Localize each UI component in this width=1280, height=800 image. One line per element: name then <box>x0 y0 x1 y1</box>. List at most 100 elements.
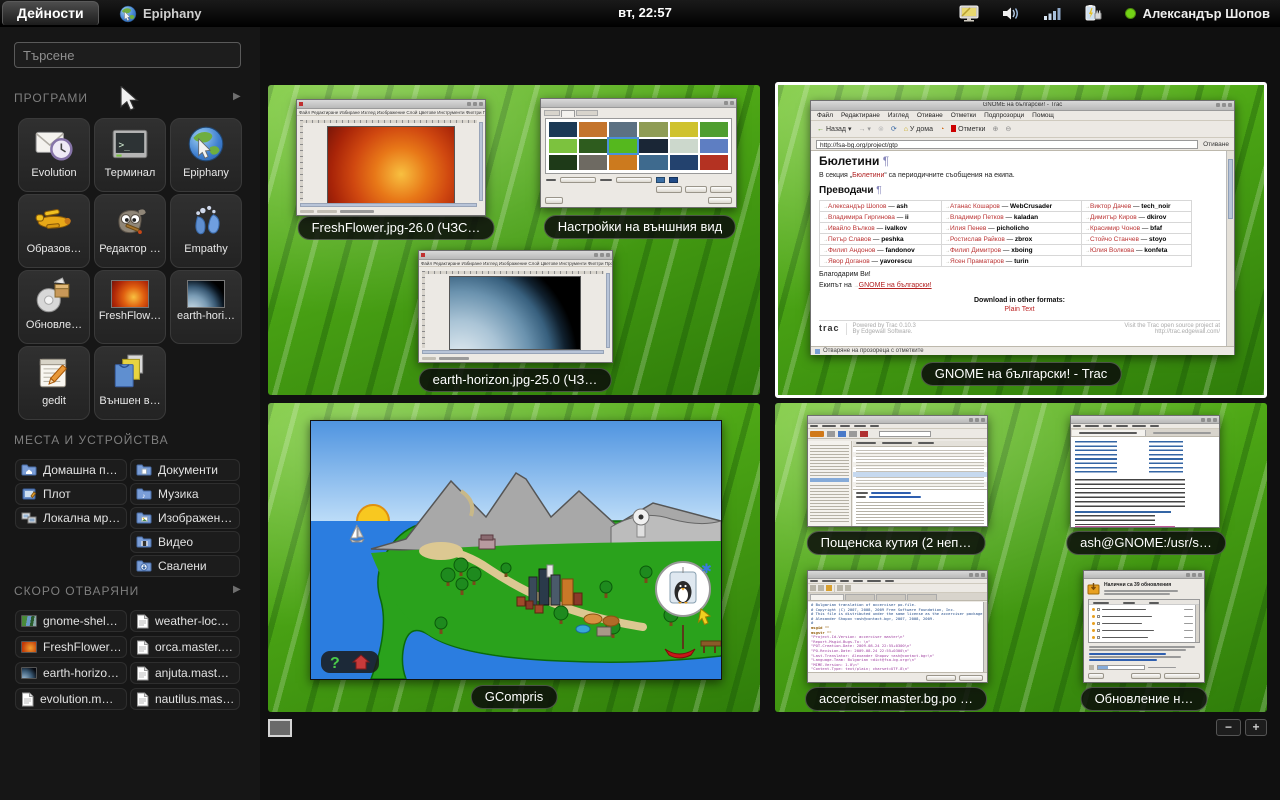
action-buttons[interactable] <box>656 186 732 193</box>
window-evolution-mail[interactable] <box>807 415 988 527</box>
info-link[interactable] <box>1089 659 1157 661</box>
translator-link[interactable]: Виктор Дачев <box>1090 203 1131 210</box>
go-button[interactable]: Отиване <box>1203 141 1229 148</box>
app-tile-appearance[interactable]: Външен в… <box>94 346 166 420</box>
wallpaper-thumbnail[interactable] <box>700 122 728 137</box>
reload-icon[interactable]: ⟳ <box>891 125 897 133</box>
help-button[interactable] <box>545 197 563 204</box>
update-row[interactable] <box>1092 627 1193 634</box>
translator-link[interactable]: Филип Димитров <box>950 247 1001 254</box>
translator-link[interactable]: Ивайло Вълков <box>828 225 875 232</box>
user-menu[interactable]: Александър Шопов <box>1125 6 1270 21</box>
window-appearance-settings[interactable] <box>540 98 737 208</box>
toolbar-button[interactable] <box>826 585 832 591</box>
translator-link[interactable]: Ростислав Райков <box>950 236 1005 243</box>
workspace-drop-target[interactable] <box>268 719 292 737</box>
message-list[interactable] <box>853 447 987 489</box>
wallpaper-thumbnail[interactable] <box>670 122 698 137</box>
wallpaper-thumbnail[interactable] <box>670 139 698 154</box>
app-tile-freshflower[interactable]: FreshFlow… <box>94 270 166 344</box>
toolbar-button[interactable] <box>810 585 816 591</box>
translator-link[interactable]: Петър Славов <box>828 236 871 243</box>
menu-item[interactable]: Изглед <box>888 112 909 120</box>
toolbar-button[interactable] <box>845 585 851 591</box>
wallpaper-thumbnail[interactable] <box>579 122 607 137</box>
history-icon[interactable]: ◔ <box>940 126 944 133</box>
app-tile-gcompris[interactable]: Образов… <box>18 194 90 268</box>
menu-item[interactable]: Редактиране <box>841 112 880 120</box>
toolbar-button[interactable] <box>818 585 824 591</box>
back-button[interactable]: ← Назад ▾ <box>817 125 851 133</box>
dialog-buttons[interactable] <box>1131 673 1200 679</box>
window-terminal[interactable] <box>1070 415 1220 528</box>
window-epiphany-trac[interactable]: GNOME на български! - Trac Файл Редактир… <box>810 100 1235 355</box>
language-dropdown[interactable] <box>926 675 956 681</box>
app-tile-earth-horizon[interactable]: earth-hori… <box>170 270 242 344</box>
recent-item[interactable]: earth-horizo… <box>15 662 127 684</box>
translator-link[interactable]: Владимира Гиргинова <box>828 214 895 221</box>
plain-text-link[interactable]: Plain Text <box>819 306 1220 313</box>
workspace-2-active[interactable]: GNOME на български! - Trac Файл Редактир… <box>775 82 1267 398</box>
toolbar-button[interactable] <box>827 431 835 437</box>
style-dropdown[interactable] <box>560 177 596 183</box>
app-tile-terminal[interactable]: >_ Терминал <box>94 118 166 192</box>
update-row[interactable] <box>1092 613 1193 620</box>
update-row[interactable] <box>1092 634 1193 641</box>
recent-item[interactable]: evolution.m… <box>15 688 127 710</box>
appearance-tabs[interactable] <box>544 110 598 117</box>
info-link[interactable] <box>1089 653 1166 655</box>
bulletins-link[interactable]: Бюлетини <box>852 172 884 179</box>
zoom-out-icon[interactable]: ⊖ <box>1005 125 1011 133</box>
window-gcompris[interactable]: ✱ ? <box>310 420 722 680</box>
scrollbar[interactable] <box>606 273 610 348</box>
zoom-in-icon[interactable]: ⊕ <box>992 125 998 133</box>
wallpaper-thumbnail[interactable] <box>579 139 607 154</box>
app-tile-empathy[interactable]: Empathy <box>170 194 242 268</box>
battery-icon[interactable] <box>1083 5 1103 23</box>
recent-item[interactable]: weather-loc… <box>130 610 240 632</box>
menu-item[interactable]: Отметки <box>951 112 976 120</box>
wallpaper-thumbnail[interactable] <box>639 155 667 170</box>
wallpaper-thumbnail[interactable] <box>549 139 577 154</box>
recent-item[interactable]: orca.master.… <box>130 636 240 658</box>
wallpaper-thumbnail[interactable] <box>609 122 637 137</box>
place-item-home[interactable]: Домашна п… <box>15 459 127 481</box>
translator-link[interactable]: Красимир Чонов <box>1090 225 1140 232</box>
scrollbar[interactable] <box>1195 605 1199 642</box>
gedit-tabs[interactable] <box>808 593 987 601</box>
toolbar-button[interactable] <box>849 431 857 437</box>
workspace-4[interactable]: Пощенска кутия (2 неп… ash@GNOME:/usr/s <box>775 403 1267 712</box>
recent-item[interactable]: anjuta.mast… <box>130 662 240 684</box>
clock[interactable]: вт, 22:57 <box>600 5 690 20</box>
menu-item[interactable]: Помощ <box>1032 112 1054 120</box>
colors-dropdown[interactable] <box>616 177 652 183</box>
place-item-music[interactable]: ♪ Музика <box>130 483 240 505</box>
wallpaper-thumbnail[interactable] <box>549 122 577 137</box>
wallpaper-thumbnail[interactable] <box>639 122 667 137</box>
bookmarks-button[interactable]: Отметки <box>951 125 985 133</box>
menu-item[interactable]: Отиване <box>917 112 943 120</box>
wallpaper-thumbnail[interactable] <box>549 155 577 170</box>
window-software-update[interactable]: Налични са 39 обновления <box>1083 570 1205 683</box>
stop-icon[interactable]: ⊗ <box>878 125 884 133</box>
workspace-3[interactable]: ✱ ? GCompris <box>268 403 760 712</box>
translator-link[interactable]: Владимир Петков <box>950 214 1004 221</box>
place-item-downloads[interactable]: Свалени <box>130 555 240 577</box>
toolbar-button[interactable] <box>838 431 846 437</box>
app-menu-button[interactable]: Epiphany <box>118 2 202 25</box>
add-workspace-button[interactable]: + <box>1245 719 1267 736</box>
url-input[interactable]: http://fsa-bg.org/project/gtp <box>816 140 1198 149</box>
translator-link[interactable]: Филип Андонов <box>828 247 875 254</box>
home-button[interactable]: ⌂ У дома <box>904 126 933 133</box>
toolbar-button[interactable] <box>860 431 868 437</box>
place-item-pictures[interactable]: Изображен… <box>130 507 240 529</box>
translator-link[interactable]: Илия Пенев <box>950 225 986 232</box>
scrollbar[interactable] <box>422 350 604 354</box>
close-button[interactable] <box>708 197 732 204</box>
tab-width-dropdown[interactable] <box>959 675 983 681</box>
recent-item[interactable]: nautilus.mas… <box>130 688 240 710</box>
place-item-desktop[interactable]: Плот <box>15 483 127 505</box>
send-receive-button[interactable] <box>810 431 824 437</box>
app-tile-software-update[interactable]: Обновле… <box>18 270 90 344</box>
translator-link[interactable]: Стойчо Станчев <box>1090 236 1139 243</box>
